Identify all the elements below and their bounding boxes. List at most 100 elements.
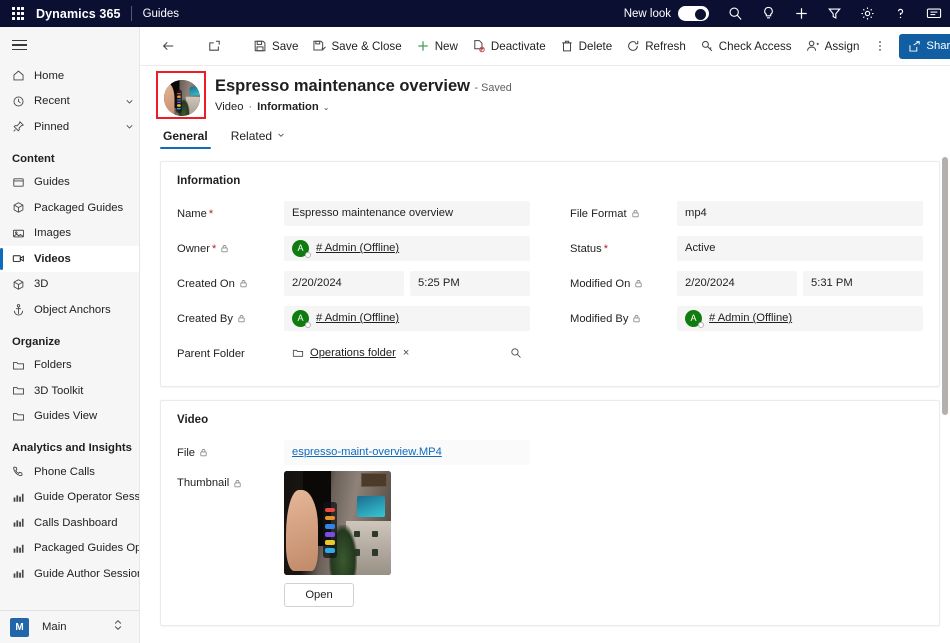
avatar: A (685, 310, 702, 327)
plus-icon (416, 39, 430, 53)
deactivate-button[interactable]: Deactivate (465, 32, 553, 60)
chevron-down-icon[interactable] (119, 97, 139, 106)
box-icon (12, 201, 34, 214)
field-label: File Format (570, 208, 677, 220)
delete-button[interactable]: Delete (553, 32, 620, 60)
tab-general[interactable]: General (160, 129, 211, 149)
video-thumbnail-image (164, 80, 200, 116)
sidebar-item-3d[interactable]: 3D (0, 272, 139, 298)
persona: A # Admin (Offline) (292, 240, 399, 257)
feedback-icon[interactable] (917, 0, 950, 27)
sidebar-item-guide-operator-sessions[interactable]: Guide Operator Sessi... (0, 485, 139, 511)
check-access-button[interactable]: Check Access (693, 32, 799, 60)
modified-by-lookup[interactable]: A # Admin (Offline) (677, 306, 923, 331)
lookup-chip[interactable]: Operations folder × (292, 347, 409, 359)
modified-by-link[interactable]: # Admin (Offline) (709, 312, 792, 324)
sidebar-item-videos[interactable]: Videos (0, 246, 139, 272)
sidebar-item-phone-calls[interactable]: Phone Calls (0, 459, 139, 485)
save-button[interactable]: Save (246, 32, 305, 60)
field-value: 2/20/2024 (292, 277, 342, 289)
file-field[interactable]: espresso-maint-overview.MP4 (284, 440, 530, 465)
chevron-down-icon[interactable]: ⌄ (323, 103, 330, 112)
nav-toggle-button[interactable] (0, 27, 139, 63)
share-button[interactable]: Share ⌄ (899, 34, 950, 59)
sidebar-item-guides-view[interactable]: Guides View (0, 404, 139, 430)
modified-on-time-input[interactable]: 5:31 PM (803, 271, 923, 296)
plus-icon[interactable] (785, 0, 818, 27)
sidebar-item-guides[interactable]: Guides (0, 170, 139, 196)
save-and-close-label: Save & Close (331, 40, 401, 53)
field-value: 5:25 PM (418, 277, 460, 289)
sidebar-item-packaged-guides[interactable]: Packaged Guides (0, 195, 139, 221)
lightbulb-icon[interactable] (752, 0, 785, 27)
open-button[interactable]: Open (284, 583, 354, 607)
created-on-time-input[interactable]: 5:25 PM (410, 271, 530, 296)
field-file-format: File Format mp4 (570, 197, 923, 230)
name-input[interactable]: Espresso maintenance overview (284, 201, 530, 226)
form-scrollbar-thumb[interactable] (942, 157, 948, 415)
sidebar-item-packaged-guides-operations[interactable]: Packaged Guides Op... (0, 536, 139, 562)
video-thumbnail-avatar[interactable] (160, 76, 204, 120)
more-commands-button[interactable] (866, 32, 899, 60)
chevron-down-icon[interactable] (277, 131, 285, 141)
owner-lookup[interactable]: A # Admin (Offline) (284, 236, 530, 261)
new-button[interactable]: New (409, 32, 465, 60)
assign-button[interactable]: Assign (799, 32, 867, 60)
save-label: Save (272, 40, 298, 53)
area-switcher[interactable]: M Main (0, 610, 139, 643)
filter-icon[interactable] (818, 0, 851, 27)
created-on-date-input[interactable]: 2/20/2024 (284, 271, 404, 296)
search-icon[interactable] (504, 347, 522, 359)
trash-icon (560, 39, 574, 53)
sidebar-item-home[interactable]: Home (0, 63, 139, 89)
remove-chip-icon[interactable]: × (403, 347, 409, 359)
chevron-down-icon[interactable] (119, 122, 139, 131)
field-label-text: File Format (570, 208, 627, 220)
save-and-close-icon (312, 39, 326, 53)
assign-label: Assign (825, 40, 860, 53)
sidebar-item-3d-toolkit[interactable]: 3D Toolkit (0, 378, 139, 404)
save-and-close-button[interactable]: Save & Close (305, 32, 408, 60)
topbar-actions: New look (624, 0, 950, 27)
created-by-lookup[interactable]: A # Admin (Offline) (284, 306, 530, 331)
gear-icon[interactable] (851, 0, 884, 27)
app-launcher-button[interactable] (0, 7, 36, 19)
sidebar-item-calls-dashboard[interactable]: Calls Dashboard (0, 510, 139, 536)
tab-related[interactable]: Related (228, 129, 288, 149)
field-created-by: Created By A # Admin (O (177, 302, 530, 335)
sidebar-item-label: Calls Dashboard (34, 517, 139, 529)
sidebar-item-images[interactable]: Images (0, 221, 139, 247)
sidebar-item-recent[interactable]: Recent (0, 89, 139, 115)
sidebar-item-label: 3D (34, 278, 139, 290)
parent-folder-lookup[interactable]: Operations folder × (284, 341, 530, 366)
open-in-new-window-button[interactable] (200, 32, 234, 60)
anchor-icon (12, 303, 34, 316)
back-button[interactable] (154, 32, 188, 60)
clock-icon (12, 95, 34, 108)
chart-icon (12, 567, 34, 580)
owner-link[interactable]: # Admin (Offline) (316, 242, 399, 254)
sidebar-item-folders[interactable]: Folders (0, 353, 139, 379)
sidebar-item-object-anchors[interactable]: Object Anchors (0, 297, 139, 323)
search-icon[interactable] (719, 0, 752, 27)
created-by-link[interactable]: # Admin (Offline) (316, 312, 399, 324)
form-selector-label[interactable]: Information (257, 101, 319, 113)
file-format-input[interactable]: mp4 (677, 201, 923, 226)
sidebar-item-pinned[interactable]: Pinned (0, 114, 139, 140)
field-modified-by: Modified By A # Admin ( (570, 302, 923, 335)
status-input[interactable]: Active (677, 236, 923, 261)
modified-on-date-input[interactable]: 2/20/2024 (677, 271, 797, 296)
field-label: File (177, 447, 284, 459)
video-thumbnail-image[interactable] (284, 471, 391, 575)
refresh-button[interactable]: Refresh (619, 32, 693, 60)
form-scrollbar-track[interactable] (939, 149, 950, 643)
refresh-label: Refresh (645, 40, 686, 53)
new-look-toggle[interactable] (678, 6, 709, 21)
waffle-icon (12, 7, 24, 19)
field-label: Created By (177, 313, 284, 325)
tab-label: General (163, 129, 208, 143)
help-icon[interactable] (884, 0, 917, 27)
sidebar-item-guide-author-sessions[interactable]: Guide Author Sessions (0, 561, 139, 587)
file-link[interactable]: espresso-maint-overview.MP4 (292, 446, 442, 458)
parent-folder-link[interactable]: Operations folder (310, 347, 396, 359)
